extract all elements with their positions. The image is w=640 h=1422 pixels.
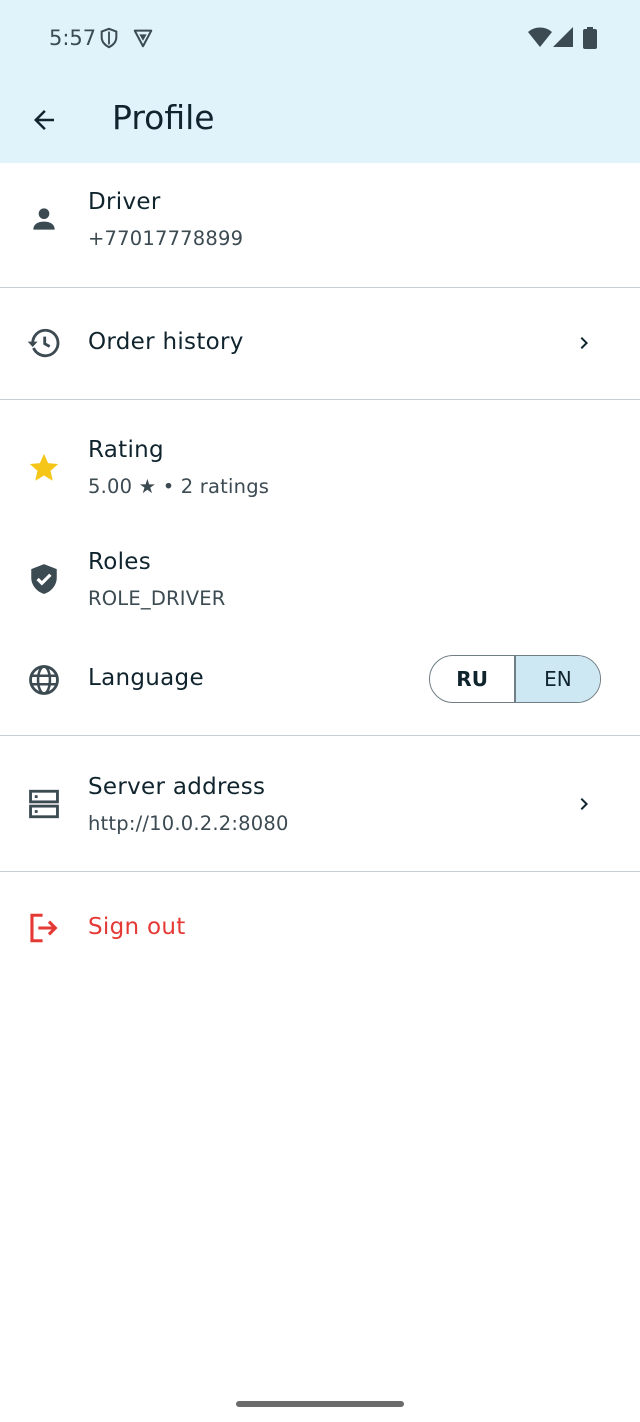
globe-icon <box>26 662 62 698</box>
person-icon <box>26 201 62 237</box>
language-option-en[interactable]: EN <box>515 656 600 702</box>
history-icon <box>26 325 62 361</box>
order-history-label: Order history <box>88 329 244 355</box>
app-header: 5:57 Profile <box>0 0 640 163</box>
rating-row: Rating 5.00 ★ • 2 ratings <box>0 400 640 512</box>
server-address-value: http://10.0.2.2:8080 <box>88 812 289 835</box>
shield-status-icon <box>100 27 118 49</box>
language-toggle: RU EN <box>429 655 601 703</box>
chevron-right-icon <box>580 798 588 810</box>
order-history-row[interactable]: Order history <box>0 288 640 399</box>
status-time: 5:57 <box>49 26 97 50</box>
vpn-status-icon <box>133 29 153 48</box>
roles-row: Roles ROLE_DRIVER <box>0 512 640 624</box>
chevron-right-icon <box>580 337 588 349</box>
logout-icon <box>26 910 62 946</box>
rating-value: 5.00 ★ • 2 ratings <box>88 475 270 498</box>
language-option-ru[interactable]: RU <box>430 656 514 702</box>
user-phone: +77017778899 <box>88 227 244 250</box>
server-icon <box>26 786 62 822</box>
roles-label: Roles <box>88 549 152 575</box>
roles-value: ROLE_DRIVER <box>88 587 226 610</box>
verified-shield-icon <box>26 561 62 597</box>
server-address-row[interactable]: Server address http://10.0.2.2:8080 <box>0 736 640 871</box>
battery-icon <box>583 27 597 49</box>
sign-out-label: Sign out <box>88 914 186 940</box>
server-address-label: Server address <box>88 774 266 800</box>
wifi-icon <box>528 27 552 47</box>
user-info-row: Driver +77017778899 <box>0 163 640 287</box>
back-button[interactable] <box>20 96 68 144</box>
sign-out-row[interactable]: Sign out <box>0 872 640 984</box>
star-icon <box>26 450 62 486</box>
rating-label: Rating <box>88 437 164 463</box>
arrow-back-icon <box>34 110 54 130</box>
gesture-home-bar[interactable] <box>236 1401 404 1407</box>
cell-signal-icon <box>553 27 573 47</box>
language-label: Language <box>88 665 204 691</box>
page-title: Profile <box>112 98 215 137</box>
user-name: Driver <box>88 189 161 215</box>
